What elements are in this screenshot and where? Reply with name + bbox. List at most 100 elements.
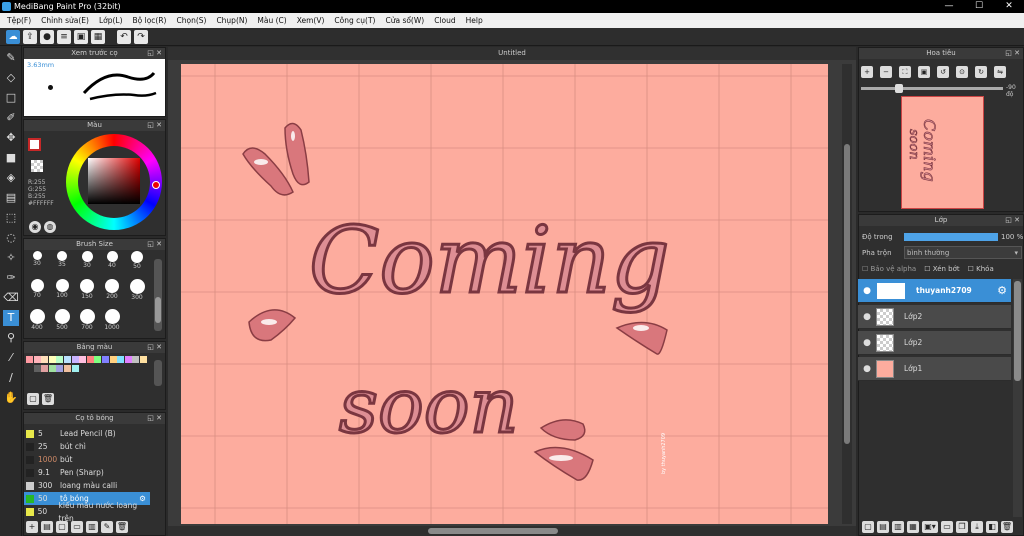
trash-icon[interactable]: 🗑 bbox=[116, 521, 128, 533]
menu-filter[interactable]: Bộ lọc(R) bbox=[128, 16, 172, 25]
trash-icon[interactable]: 🗑 bbox=[42, 393, 54, 405]
move-icon[interactable]: ✥ bbox=[3, 130, 19, 146]
size-cell[interactable]: 150 bbox=[76, 279, 98, 300]
save-icon[interactable]: ▣ bbox=[74, 29, 88, 44]
protect-alpha-checkbox[interactable]: ☐ Bảo vệ alpha bbox=[862, 265, 916, 273]
palette-swatch[interactable] bbox=[56, 365, 64, 372]
reset-rotation-icon[interactable]: ⊙ bbox=[956, 66, 968, 78]
palette-swatch[interactable] bbox=[86, 356, 94, 363]
folder-open-icon[interactable]: ▭ bbox=[71, 521, 83, 533]
layer-row[interactable]: ● Lớp2 bbox=[858, 331, 1011, 355]
new-layer-icon[interactable]: ▢ bbox=[862, 521, 874, 533]
palette-swatch[interactable] bbox=[26, 356, 33, 363]
color-mode-icon[interactable]: ◍ bbox=[44, 221, 56, 233]
copy-icon[interactable]: ▢ bbox=[56, 521, 68, 533]
menu-view[interactable]: Xem(V) bbox=[292, 16, 330, 25]
size-cell[interactable]: 35 bbox=[51, 251, 73, 268]
fit-screen-icon[interactable]: ⛶ bbox=[899, 66, 911, 78]
palette-swatch[interactable] bbox=[140, 356, 147, 363]
menu-layer[interactable]: Lớp(L) bbox=[94, 16, 128, 25]
rotation-slider[interactable] bbox=[861, 84, 1003, 93]
palette-swatch[interactable] bbox=[48, 356, 56, 363]
rect-icon[interactable]: □ bbox=[3, 90, 19, 106]
maximize-button[interactable]: ☐ bbox=[964, 0, 994, 13]
panel-controls-icon[interactable]: ◱ ✕ bbox=[147, 342, 162, 353]
select-icon[interactable]: ⬚ bbox=[3, 210, 19, 226]
palette-swatch[interactable] bbox=[26, 365, 33, 372]
canvas-text-soon[interactable]: soon bbox=[338, 360, 520, 452]
hue-wheel[interactable] bbox=[66, 134, 162, 230]
layer-row[interactable]: ● Lớp1 bbox=[858, 357, 1011, 381]
palette-swatch[interactable] bbox=[56, 356, 64, 363]
palette-swatch[interactable] bbox=[94, 356, 102, 363]
eye-icon[interactable]: ● bbox=[858, 338, 876, 348]
eraser-icon[interactable]: ◇ bbox=[3, 70, 19, 86]
eye-icon[interactable]: ● bbox=[858, 312, 876, 322]
grid-icon[interactable]: ▦ bbox=[91, 29, 105, 44]
pen-icon[interactable]: ✐ bbox=[3, 110, 19, 126]
panel-controls-icon[interactable]: ◱ ✕ bbox=[1005, 48, 1020, 59]
opacity-slider[interactable] bbox=[904, 233, 998, 241]
panel-controls-icon[interactable]: ◱ ✕ bbox=[147, 48, 162, 59]
eyedropper-icon[interactable]: ⁄ bbox=[3, 350, 19, 366]
folder-plus-icon[interactable]: ▥ bbox=[86, 521, 98, 533]
layer-scrollbar[interactable] bbox=[1013, 279, 1022, 517]
brush-item[interactable]: 9.1 Pen (Sharp) bbox=[24, 466, 150, 479]
menu-file[interactable]: Tệp(F) bbox=[2, 16, 36, 25]
comment-icon[interactable]: ● bbox=[40, 29, 54, 44]
palette-swatch[interactable] bbox=[132, 356, 140, 363]
select-eraser-icon[interactable]: ⌫ bbox=[3, 290, 19, 306]
palette-swatch[interactable] bbox=[109, 356, 117, 363]
size-cell[interactable]: 1000 bbox=[101, 309, 123, 331]
saturation-square[interactable] bbox=[88, 158, 140, 204]
palette-icon[interactable]: ◉ bbox=[29, 221, 41, 233]
palette-swatch[interactable] bbox=[79, 356, 87, 363]
navigator-thumbnail[interactable]: Coming soon bbox=[901, 96, 984, 209]
canvas-paper[interactable]: Coming soon by thuyanh2709 bbox=[181, 64, 828, 524]
panel-controls-icon[interactable]: ◱ ✕ bbox=[147, 120, 162, 131]
size-cell[interactable]: 100 bbox=[51, 279, 73, 299]
canvas-text-coming[interactable]: Coming bbox=[308, 206, 672, 316]
size-cell[interactable]: 70 bbox=[26, 279, 48, 299]
new-1bit-layer-icon[interactable]: ▦ bbox=[907, 521, 919, 533]
primary-color-swatch[interactable] bbox=[28, 138, 41, 151]
rotate-left-icon[interactable]: ↺ bbox=[937, 66, 949, 78]
transparent-swatch[interactable] bbox=[31, 160, 43, 172]
menu-tools[interactable]: Công cụ(T) bbox=[329, 16, 380, 25]
vertical-scrollbar[interactable] bbox=[842, 64, 852, 524]
folder-icon[interactable]: ▭ bbox=[941, 521, 953, 533]
eye-icon[interactable]: ● bbox=[858, 364, 876, 374]
cloud-icon[interactable]: ☁ bbox=[6, 29, 20, 44]
fill-rect-icon[interactable]: ■ bbox=[3, 150, 19, 166]
hue-marker-icon[interactable] bbox=[152, 181, 160, 189]
menu-window[interactable]: Cửa sổ(W) bbox=[380, 16, 429, 25]
minimize-button[interactable]: — bbox=[934, 0, 964, 13]
palette-swatch[interactable] bbox=[64, 365, 71, 372]
palette-swatch[interactable] bbox=[117, 356, 125, 363]
size-cell[interactable]: 700 bbox=[76, 309, 98, 331]
folder-icon[interactable]: ▤ bbox=[41, 521, 53, 533]
magic-wand-icon[interactable]: ✧ bbox=[3, 250, 19, 266]
menu-edit[interactable]: Chỉnh sửa(E) bbox=[36, 16, 94, 25]
menu-select[interactable]: Chọn(S) bbox=[171, 16, 211, 25]
new-icon[interactable]: ▢ bbox=[27, 393, 39, 405]
trash-icon[interactable]: 🗑 bbox=[1001, 521, 1013, 533]
size-cell[interactable]: 30 bbox=[26, 251, 48, 267]
actual-size-icon[interactable]: ▣ bbox=[918, 66, 930, 78]
gradient-icon[interactable]: ▤ bbox=[3, 190, 19, 206]
brush-item[interactable]: 300 loang màu calli bbox=[24, 479, 150, 492]
lasso-icon[interactable]: ◌ bbox=[3, 230, 19, 246]
brush-item[interactable]: 1000 bút bbox=[24, 453, 150, 466]
size-cell[interactable]: 300 bbox=[126, 279, 148, 301]
document-tab[interactable]: Untitled bbox=[168, 47, 856, 60]
panel-controls-icon[interactable]: ◱ ✕ bbox=[147, 413, 162, 424]
palette-swatch[interactable] bbox=[124, 356, 132, 363]
panel-controls-icon[interactable]: ◱ ✕ bbox=[147, 239, 162, 250]
horizontal-scrollbar[interactable] bbox=[168, 526, 856, 536]
bucket-icon[interactable]: ◈ bbox=[3, 170, 19, 186]
lock-checkbox[interactable]: ☐ Khóa bbox=[968, 265, 994, 273]
mask-icon[interactable]: ◧ bbox=[986, 521, 998, 533]
dropper-icon[interactable]: ∕ bbox=[3, 370, 19, 386]
new-8bit-layer-icon[interactable]: ▥ bbox=[892, 521, 904, 533]
duplicate-icon[interactable]: ❐ bbox=[956, 521, 968, 533]
